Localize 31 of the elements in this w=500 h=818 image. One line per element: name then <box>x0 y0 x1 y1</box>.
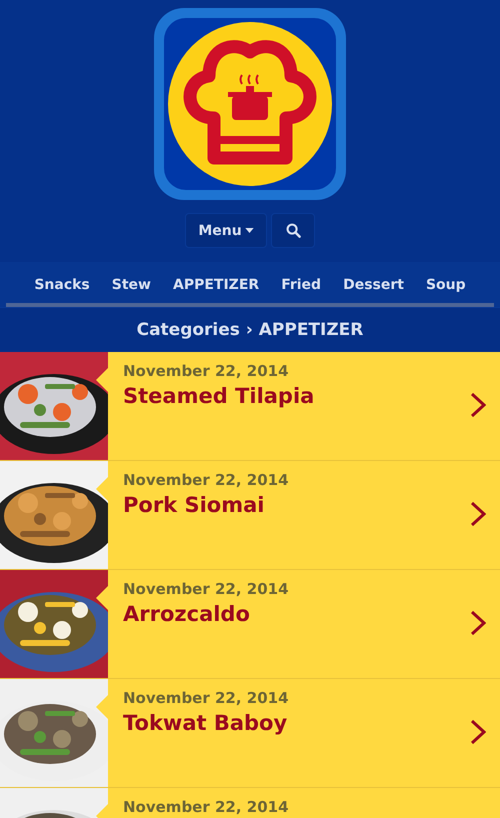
recipe-row[interactable]: November 22, 2014 <box>0 788 500 818</box>
recipe-title: Steamed Tilapia <box>123 384 314 408</box>
menu-button[interactable]: Menu <box>185 213 267 248</box>
recipe-title: Pork Siomai <box>123 493 264 517</box>
chevron-right-icon <box>470 392 486 418</box>
recipe-title: Arrozcaldo <box>123 602 250 626</box>
search-button[interactable] <box>271 213 315 248</box>
breadcrumb: Categories › APPETIZER <box>136 320 364 340</box>
search-icon <box>286 223 300 238</box>
category-tab[interactable]: Soup <box>426 277 466 299</box>
recipe-row[interactable]: November 22, 2014 Pork Siomai <box>0 461 500 570</box>
category-tab[interactable]: Stew <box>112 277 151 299</box>
recipe-row[interactable]: November 22, 2014 Steamed Tilapia <box>0 352 500 461</box>
chevron-right-icon <box>470 610 486 636</box>
category-tab[interactable]: Fried <box>281 277 322 299</box>
recipe-date: November 22, 2014 <box>123 362 289 380</box>
recipe-date: November 22, 2014 <box>123 471 289 489</box>
recipe-title: Tokwat Baboy <box>123 711 288 735</box>
pointer-notch <box>96 586 108 610</box>
recipe-date: November 22, 2014 <box>123 798 289 816</box>
recipe-date: November 22, 2014 <box>123 580 289 598</box>
recipe-date: November 22, 2014 <box>123 689 289 707</box>
category-tab[interactable]: APPETIZER <box>173 277 260 299</box>
category-tab[interactable]: Snacks <box>34 277 90 299</box>
caret-icon <box>244 228 254 233</box>
chevron-right-icon <box>470 501 486 527</box>
chevron-right-icon <box>470 719 486 745</box>
pointer-notch <box>96 368 108 392</box>
category-tab[interactable]: Dessert <box>343 277 404 299</box>
pointer-notch <box>96 477 108 501</box>
recipe-row[interactable]: November 22, 2014 Arrozcaldo <box>0 570 500 679</box>
